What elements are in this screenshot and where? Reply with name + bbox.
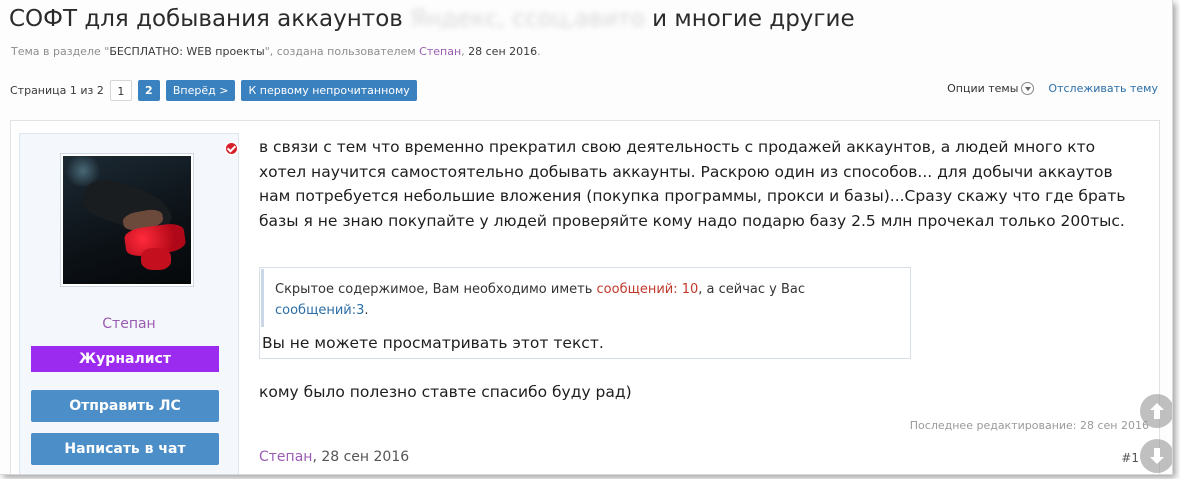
hidden-end: . (364, 303, 369, 318)
arrow-up-icon (1150, 403, 1164, 419)
user-info-pane: Степан Журналист Отправить ЛС Написать в… (19, 133, 239, 474)
hidden-current-count: сообщений:3 (275, 303, 365, 318)
page-nav-label: Страница 1 из 2 (10, 84, 104, 97)
avatar[interactable] (60, 153, 194, 287)
thread-meta: Тема в разделе "БЕСПЛАТНО: WEB проекты",… (11, 45, 541, 58)
username-link[interactable]: Степан (20, 316, 238, 332)
footer-author-link[interactable]: Степан (259, 449, 312, 465)
hidden-required-count: сообщений: 10 (596, 282, 699, 297)
cannot-view-text: Вы не можете просматривать этот текст. (262, 334, 604, 352)
hidden-content-box: Скрытое содержимое, Вам необходимо иметь… (259, 267, 911, 331)
thread-options-label: Опции темы (947, 82, 1019, 95)
meta-date: 28 сен 2016 (468, 45, 538, 58)
meta-end: . (537, 45, 541, 58)
online-status-icon (224, 141, 239, 156)
scroll-up-button[interactable] (1140, 394, 1172, 428)
thread-title-end: и многие другие (652, 6, 855, 32)
scroll-down-button[interactable] (1140, 439, 1172, 473)
thread-tools: Опции темы Отслеживать тему (947, 82, 1158, 95)
meta-author-link[interactable]: Степан (419, 45, 461, 58)
thread-title: СОФТ для добывания аккаунтов Яндекс, ссо… (9, 6, 855, 32)
meta-middle: ", создана пользователем (264, 45, 420, 58)
screenshot-frame: СОФТ для добывания аккаунтов Яндекс, ссо… (0, 0, 1173, 475)
avatar-image (63, 156, 191, 284)
write-chat-button[interactable]: Написать в чат (31, 433, 219, 465)
meta-prefix: Тема в разделе " (11, 45, 110, 58)
thread-title-blurred: Яндекс, ссоц,авито (410, 6, 645, 32)
watch-thread-link[interactable]: Отслеживать тему (1048, 82, 1158, 95)
post: Степан Журналист Отправить ЛС Написать в… (10, 120, 1160, 474)
chevron-down-icon (1021, 82, 1035, 95)
cannot-view-box: Вы не можете просматривать этот текст. (259, 330, 911, 359)
hidden-middle: , а сейчас у Вас (698, 282, 806, 297)
post-body: в связи с тем что временно прекратил сво… (259, 138, 1126, 230)
arrow-down-icon (1150, 448, 1164, 464)
page-2-link[interactable]: 2 (137, 80, 160, 101)
last-edit-info: Последнее редактирование: 28 сен 2016 (909, 419, 1149, 432)
footer-date: , 28 сен 2016 (312, 449, 410, 465)
send-pm-button[interactable]: Отправить ЛС (31, 390, 219, 422)
first-unread-button[interactable]: К первому непрочитанному (241, 80, 417, 101)
thread-title-start: СОФТ для добывания аккаунтов (9, 6, 403, 32)
post-footer: Степан, 28 сен 2016 (259, 449, 409, 465)
page-nav: Страница 1 из 2 1 2 Вперёд > К первому н… (10, 79, 417, 102)
hidden-prefix: Скрытое содержимое, Вам необходимо иметь (275, 282, 597, 297)
hidden-content-notice: Скрытое содержимое, Вам необходимо иметь… (261, 269, 907, 327)
thread-options-menu[interactable]: Опции темы (947, 82, 1035, 95)
post-thanks-text: кому было полезно ставте спасибо буду ра… (259, 383, 632, 401)
meta-section-link[interactable]: БЕСПЛАТНО: WEB проекты (109, 45, 264, 58)
post-permalink[interactable]: #1 (1121, 451, 1139, 465)
forward-button[interactable]: Вперёд > (165, 80, 236, 101)
page-1-current: 1 (109, 80, 132, 101)
user-rank-badge: Журналист (31, 346, 219, 372)
